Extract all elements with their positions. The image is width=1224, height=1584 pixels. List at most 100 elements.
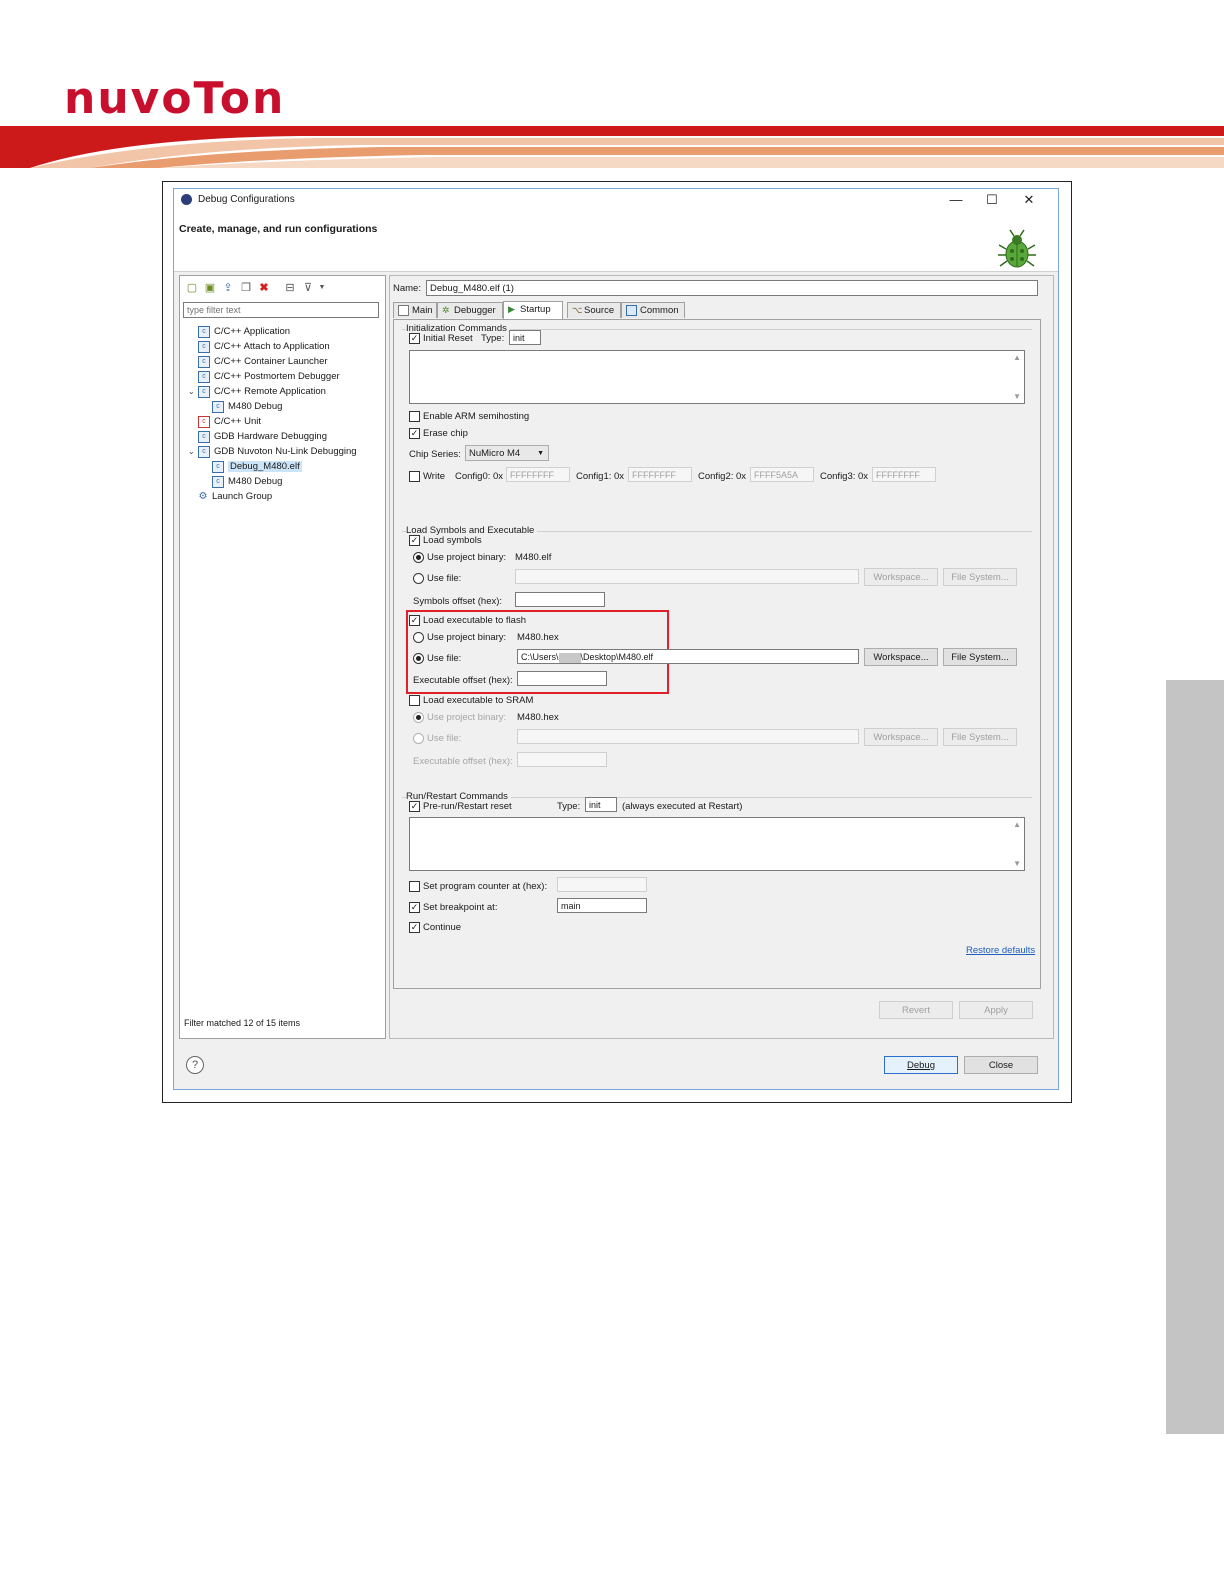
config2-input[interactable]: FFFF5A5A xyxy=(750,467,814,482)
scroll-down-icon[interactable]: ▼ xyxy=(1013,859,1021,868)
export-icon[interactable]: ⇪ xyxy=(222,282,234,294)
flash-workspace-button[interactable]: Workspace... xyxy=(864,648,938,666)
config0-input[interactable]: FFFFFFFF xyxy=(506,467,570,482)
revert-button[interactable]: Revert xyxy=(879,1001,953,1019)
flash-use-file-radio[interactable] xyxy=(413,653,424,664)
filter-menu-chevron-icon[interactable]: ▼ xyxy=(316,282,328,294)
flash-filesystem-button[interactable]: File System... xyxy=(943,648,1017,666)
chevron-down-icon: ▼ xyxy=(537,450,544,457)
tab-debugger[interactable]: ✲ Debugger xyxy=(437,302,503,318)
tree-item-m480-debug-remote[interactable]: c M480 Debug xyxy=(188,399,357,414)
scroll-up-icon[interactable]: ▲ xyxy=(1013,353,1021,362)
cpp-config-icon: c xyxy=(198,370,210,383)
symbols-project-binary-row: Use project binary: xyxy=(413,552,506,563)
tab-common[interactable]: Common xyxy=(621,302,685,318)
run-commands-textarea[interactable]: ▲ ▼ xyxy=(409,817,1025,871)
symbols-use-file-radio[interactable] xyxy=(413,573,424,584)
tab-main[interactable]: Main xyxy=(393,302,437,318)
collapse-all-icon[interactable]: ⊟ xyxy=(284,282,296,294)
continue-checkbox[interactable]: ✓ xyxy=(409,922,420,933)
config3-input[interactable]: FFFFFFFF xyxy=(872,467,936,482)
apply-button[interactable]: Apply xyxy=(959,1001,1033,1019)
sram-file-input[interactable] xyxy=(517,729,859,744)
cpp-config-icon: c xyxy=(198,445,210,458)
tab-source[interactable]: ⌥ Source xyxy=(567,302,621,318)
config1-input[interactable]: FFFFFFFF xyxy=(628,467,692,482)
close-button[interactable]: Close xyxy=(964,1056,1038,1074)
semihosting-checkbox[interactable] xyxy=(409,411,420,422)
maximize-button[interactable]: ☐ xyxy=(980,192,1004,208)
tree-item-launch-group[interactable]: ⚙ Launch Group xyxy=(188,489,357,504)
chip-series-select[interactable]: NuMicro M4 ▼ xyxy=(465,445,549,461)
init-commands-textarea[interactable]: ▲ ▼ xyxy=(409,350,1025,404)
symbols-project-binary-radio[interactable] xyxy=(413,552,424,563)
write-checkbox[interactable] xyxy=(409,471,420,482)
filter-icon[interactable]: ⊽ xyxy=(302,282,314,294)
new-prototype-icon[interactable]: ▣ xyxy=(204,282,216,294)
flash-project-binary-radio[interactable] xyxy=(413,632,424,643)
debug-button[interactable]: Debug xyxy=(884,1056,958,1074)
load-symbols-checkbox[interactable]: ✓ xyxy=(409,535,420,546)
tree-item-m480-debug-nulink[interactable]: c M480 Debug xyxy=(188,474,357,489)
write-row: Write xyxy=(409,471,445,482)
tree-item-cpp-attach[interactable]: c C/C++ Attach to Application xyxy=(188,339,357,354)
load-flash-checkbox[interactable]: ✓ xyxy=(409,615,420,626)
startup-tab-content: Initialization Commands ✓ Initial Reset T… xyxy=(393,319,1041,989)
symbols-offset-input[interactable] xyxy=(515,592,605,607)
dialog-header: Create, manage, and run configurations xyxy=(174,211,1058,272)
delete-icon[interactable]: ✖ xyxy=(258,282,270,294)
set-pc-checkbox[interactable] xyxy=(409,881,420,892)
cpp-config-icon: c xyxy=(198,385,210,398)
set-bp-checkbox[interactable]: ✓ xyxy=(409,902,420,913)
tab-startup[interactable]: ▶ Startup xyxy=(503,301,563,319)
sram-offset-input[interactable] xyxy=(517,752,607,767)
configuration-tree: c C/C++ Application c C/C++ Attach to Appl… xyxy=(188,324,357,504)
scroll-up-icon[interactable]: ▲ xyxy=(1013,820,1021,829)
cpp-config-icon: c xyxy=(212,400,224,413)
page-side-tab xyxy=(1166,680,1224,1434)
flash-file-input[interactable]: C:\Users\ \Desktop\M480.elf xyxy=(517,649,859,664)
duplicate-icon[interactable]: ❐ xyxy=(240,282,252,294)
configuration-name-input[interactable]: Debug_M480.elf (1) xyxy=(426,280,1038,296)
init-type-input[interactable]: init xyxy=(509,330,541,345)
load-sram-checkbox[interactable] xyxy=(409,695,420,706)
tree-item-cpp-postmortem[interactable]: c C/C++ Postmortem Debugger xyxy=(188,369,357,384)
tree-item-cpp-remote[interactable]: ⌄ c C/C++ Remote Application xyxy=(188,384,357,399)
tree-item-gdb-nulink[interactable]: ⌄ c GDB Nuvoton Nu-Link Debugging xyxy=(188,444,357,459)
close-window-button[interactable]: ✕ xyxy=(1017,192,1041,208)
run-type-input[interactable]: init xyxy=(585,797,617,812)
chevron-down-icon[interactable]: ⌄ xyxy=(188,384,198,399)
sram-workspace-button[interactable]: Workspace... xyxy=(864,728,938,746)
set-pc-input[interactable] xyxy=(557,877,647,892)
pre-run-checkbox[interactable]: ✓ xyxy=(409,801,420,812)
flash-use-file-row: Use file: xyxy=(413,653,461,664)
cpp-config-icon: c xyxy=(212,475,224,488)
load-symbols-row: ✓ Load symbols xyxy=(409,535,482,547)
scroll-down-icon[interactable]: ▼ xyxy=(1013,392,1021,401)
chevron-down-icon[interactable]: ⌄ xyxy=(188,444,198,459)
filter-input[interactable] xyxy=(183,302,379,318)
sram-use-file-radio[interactable] xyxy=(413,733,424,744)
sram-project-binary-radio[interactable] xyxy=(413,712,424,723)
symbols-file-input[interactable] xyxy=(515,569,859,584)
initial-reset-checkbox[interactable]: ✓ xyxy=(409,333,420,344)
symbols-filesystem-button[interactable]: File System... xyxy=(943,568,1017,586)
erase-chip-checkbox[interactable]: ✓ xyxy=(409,428,420,439)
new-configuration-icon[interactable]: ▢ xyxy=(186,282,198,294)
eclipse-icon xyxy=(181,194,192,205)
tree-item-gdb-hardware[interactable]: c GDB Hardware Debugging xyxy=(188,429,357,444)
unit-test-icon: c xyxy=(198,415,210,428)
exec-offset-input[interactable] xyxy=(517,671,607,686)
tree-item-cpp-unit[interactable]: c C/C++ Unit xyxy=(188,414,357,429)
tree-item-debug-m480-elf[interactable]: c Debug_M480.elf xyxy=(188,459,357,474)
tree-item-cpp-container[interactable]: c C/C++ Container Launcher xyxy=(188,354,357,369)
symbols-workspace-button[interactable]: Workspace... xyxy=(864,568,938,586)
cpp-config-icon: c xyxy=(198,340,210,353)
tree-item-cpp-application[interactable]: c C/C++ Application xyxy=(188,324,357,339)
help-icon[interactable]: ? xyxy=(186,1056,204,1074)
sram-filesystem-button[interactable]: File System... xyxy=(943,728,1017,746)
restore-defaults-link[interactable]: Restore defaults xyxy=(966,945,1035,956)
set-bp-input[interactable]: main xyxy=(557,898,647,913)
minimize-button[interactable]: — xyxy=(944,192,968,208)
set-pc-row: Set program counter at (hex): xyxy=(409,881,547,892)
